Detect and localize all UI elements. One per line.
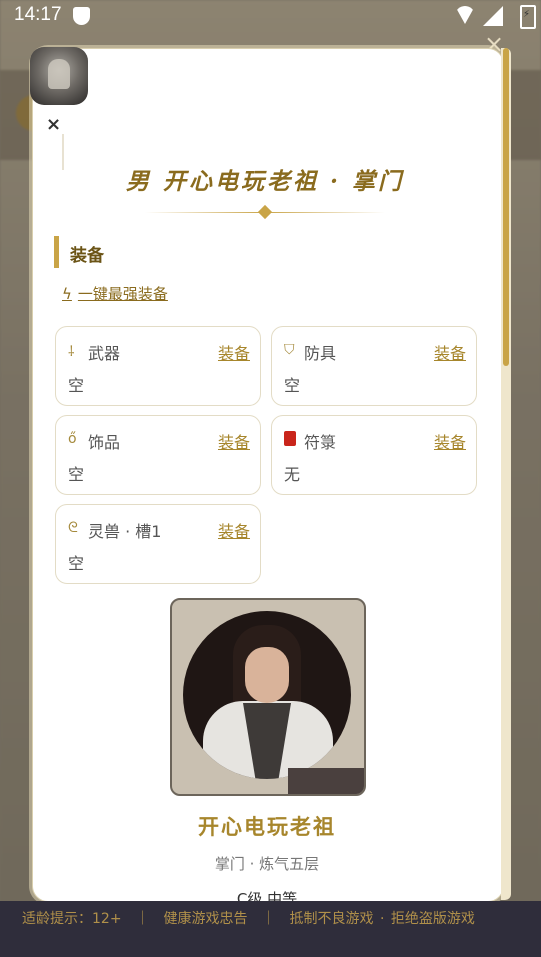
slot-value: 无 <box>284 465 301 484</box>
slot-name: 灵兽 · 槽1 <box>88 522 162 541</box>
slot-name: 符箓 <box>304 433 337 452</box>
slot-spirit-beast: ᘓ 灵兽 · 槽1 装备 空 <box>55 504 261 584</box>
sword-icon: ⸸ <box>68 344 75 360</box>
character-portrait <box>170 598 366 796</box>
slot-value: 空 <box>68 465 85 484</box>
ring-icon: ő <box>68 431 77 447</box>
avatar-figure <box>48 59 70 89</box>
slot-armor: ⛉ 防具 装备 空 <box>271 326 477 406</box>
status-icons <box>455 6 503 26</box>
character-rank: 掌门 · 炼气五层 <box>214 855 320 873</box>
avatar[interactable] <box>30 47 88 105</box>
equip-button-talisman[interactable]: 装备 <box>434 429 466 453</box>
signal-icon <box>483 6 503 26</box>
lightning-icon: ϟ <box>62 284 72 303</box>
slot-name: 武器 <box>88 344 121 363</box>
equip-button-spirit-beast[interactable]: 装备 <box>218 518 250 542</box>
best-equip-link[interactable]: ϟ 一键最强装备 <box>62 283 168 304</box>
slot-weapon: ⸸ 武器 装备 空 <box>55 326 261 406</box>
shield-status-icon <box>73 7 90 25</box>
wifi-icon <box>455 6 475 24</box>
portrait-circle <box>183 611 351 779</box>
status-time: 14:17 <box>14 4 62 25</box>
shield-icon: ⛉ <box>284 342 295 358</box>
slot-value: 空 <box>68 554 85 573</box>
equip-button-armor[interactable]: 装备 <box>434 340 466 364</box>
best-equip-label: 一键最强装备 <box>77 285 168 303</box>
slot-value: 空 <box>68 376 85 395</box>
slot-name: 饰品 <box>88 433 121 452</box>
slot-accessory: ő 饰品 装备 空 <box>55 415 261 495</box>
section-title-equipment: 装备 <box>70 246 104 266</box>
slot-name: 防具 <box>304 344 337 363</box>
section-accent-bar <box>54 236 59 268</box>
equip-button-accessory[interactable]: 装备 <box>218 429 250 453</box>
talisman-icon <box>284 431 296 450</box>
portrait-corner-badge <box>288 768 364 794</box>
footer-text: 适龄提示：12+ ｜ 健康游戏忠告 ｜ 抵制不良游戏 · 拒绝盗版游戏 <box>22 911 475 927</box>
footer-notice: 适龄提示：12+ ｜ 健康游戏忠告 ｜ 抵制不良游戏 · 拒绝盗版游戏 <box>0 901 541 957</box>
slot-value: 空 <box>284 376 301 395</box>
character-name: 开心电玩老祖 <box>198 815 336 839</box>
status-bar: 14:17 <box>0 0 541 32</box>
portrait-face <box>245 647 289 703</box>
battery-icon <box>520 5 536 29</box>
scrollbar-thumb[interactable] <box>503 48 509 366</box>
slot-talisman: 符箓 装备 无 <box>271 415 477 495</box>
equip-button-weapon[interactable]: 装备 <box>218 340 250 364</box>
beast-icon: ᘓ <box>68 520 78 536</box>
close-button[interactable]: × <box>46 114 61 135</box>
modal-title: 男 开心电玩老祖 · 掌门 <box>125 168 405 195</box>
